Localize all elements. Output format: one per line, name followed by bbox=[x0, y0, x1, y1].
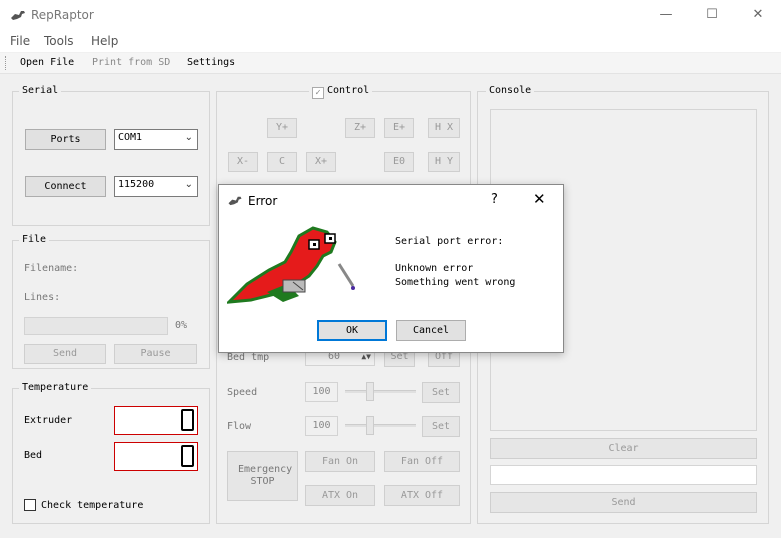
speed-value-field[interactable]: 100 bbox=[305, 382, 338, 402]
dialog-cancel-button[interactable]: Cancel bbox=[396, 320, 466, 341]
check-temperature-checkbox[interactable] bbox=[24, 499, 36, 511]
raptor-mascot-icon bbox=[227, 226, 355, 304]
menu-help[interactable]: Help bbox=[91, 34, 118, 48]
baud-select[interactable]: 115200 ⌄ bbox=[114, 176, 198, 197]
bed-label: Bed bbox=[24, 450, 43, 461]
chevron-down-icon: ⌄ bbox=[184, 179, 193, 190]
dialog-help-button[interactable]: ? bbox=[491, 192, 498, 207]
emergency-stop-button[interactable]: Emergency STOP bbox=[227, 451, 298, 501]
window-title: RepRaptor bbox=[31, 8, 94, 22]
check-temperature-label: Check temperature bbox=[41, 500, 144, 511]
control-checkbox[interactable]: ✓ bbox=[312, 87, 324, 99]
minimize-button[interactable]: — bbox=[643, 0, 689, 30]
y-plus-button[interactable]: Y+ bbox=[267, 118, 297, 138]
maximize-button[interactable]: ☐ bbox=[689, 0, 735, 30]
lines-label: Lines: bbox=[24, 292, 61, 303]
title-bar: RepRaptor — ☐ ✕ bbox=[0, 0, 781, 30]
print-from-sd-button[interactable]: Print from SD bbox=[92, 57, 170, 68]
temp-digit bbox=[181, 445, 194, 467]
atx-on-button[interactable]: ATX On bbox=[305, 485, 375, 506]
filename-label: Filename: bbox=[24, 263, 79, 274]
flow-slider-handle[interactable] bbox=[366, 416, 374, 435]
speed-slider-handle[interactable] bbox=[366, 382, 374, 401]
toolbar-grip bbox=[5, 56, 7, 70]
connect-button[interactable]: Connect bbox=[25, 176, 106, 197]
fan-on-button[interactable]: Fan On bbox=[305, 451, 375, 472]
bed-temp-display bbox=[114, 442, 198, 471]
temperature-title: Temperature bbox=[19, 382, 92, 393]
extruder-label: Extruder bbox=[24, 415, 73, 426]
ports-button[interactable]: Ports bbox=[25, 129, 106, 150]
atx-off-button[interactable]: ATX Off bbox=[384, 485, 460, 506]
toolbar: Open File Print from SD Settings bbox=[0, 53, 781, 74]
dialog-ok-button[interactable]: OK bbox=[317, 320, 387, 341]
e-plus-button[interactable]: E+ bbox=[384, 118, 414, 138]
bed-tmp-label: Bed tmp bbox=[227, 352, 270, 363]
menu-file[interactable]: File bbox=[10, 34, 30, 48]
flow-value-field[interactable]: 100 bbox=[305, 416, 338, 436]
file-pause-button[interactable]: Pause bbox=[114, 344, 197, 364]
dialog-body: Serial port error: Unknown error Somethi… bbox=[219, 216, 563, 352]
control-title: ✓ Control bbox=[309, 85, 373, 99]
file-send-button[interactable]: Send bbox=[24, 344, 106, 364]
raptor-logo-icon bbox=[228, 196, 242, 206]
x-plus-button[interactable]: X+ bbox=[306, 152, 336, 172]
temp-digit bbox=[181, 409, 194, 431]
port-select-value: COM1 bbox=[118, 132, 143, 143]
dialog-close-button[interactable]: ✕ bbox=[533, 190, 546, 208]
error-message-line2: Something went wrong bbox=[395, 277, 516, 288]
x-minus-button[interactable]: X- bbox=[228, 152, 258, 172]
extruder-temp-display bbox=[114, 406, 198, 435]
error-message-title: Serial port error: bbox=[395, 236, 504, 247]
console-send-button[interactable]: Send bbox=[490, 492, 757, 513]
console-command-input[interactable] bbox=[490, 465, 757, 485]
file-title: File bbox=[19, 234, 50, 245]
settings-button[interactable]: Settings bbox=[187, 57, 235, 68]
z-plus-button[interactable]: Z+ bbox=[345, 118, 375, 138]
home-y-button[interactable]: H Y bbox=[428, 152, 460, 172]
e-zero-button[interactable]: E0 bbox=[384, 152, 414, 172]
close-button[interactable]: ✕ bbox=[735, 0, 781, 30]
open-file-button[interactable]: Open File bbox=[20, 57, 74, 68]
dialog-title-bar: Error ? ✕ bbox=[219, 185, 563, 216]
error-dialog: Error ? ✕ Serial port error: Unknown err… bbox=[218, 184, 564, 353]
flow-label: Flow bbox=[227, 421, 252, 432]
speed-set-button[interactable]: Set bbox=[422, 382, 460, 403]
console-title: Console bbox=[486, 85, 535, 96]
port-select[interactable]: COM1 ⌄ bbox=[114, 129, 198, 150]
control-label: Control bbox=[327, 85, 370, 96]
raptor-logo-icon bbox=[11, 11, 25, 20]
error-message-line1: Unknown error bbox=[395, 263, 474, 274]
baud-select-value: 115200 bbox=[118, 179, 155, 190]
menu-tools[interactable]: Tools bbox=[44, 34, 74, 48]
dialog-title: Error bbox=[248, 194, 278, 208]
serial-title: Serial bbox=[19, 85, 62, 96]
center-button[interactable]: C bbox=[267, 152, 297, 172]
speed-label: Speed bbox=[227, 387, 258, 398]
home-x-button[interactable]: H X bbox=[428, 118, 460, 138]
flow-set-button[interactable]: Set bbox=[422, 416, 460, 437]
flow-slider-track[interactable] bbox=[345, 424, 416, 427]
file-progress-bar bbox=[24, 317, 168, 335]
file-progress-percent: 0% bbox=[175, 320, 188, 331]
console-clear-button[interactable]: Clear bbox=[490, 438, 757, 459]
speed-slider-track[interactable] bbox=[345, 390, 416, 393]
chevron-down-icon: ⌄ bbox=[184, 132, 193, 143]
serial-group: Serial bbox=[12, 85, 210, 226]
fan-off-button[interactable]: Fan Off bbox=[384, 451, 460, 472]
menu-bar: File Tools Help bbox=[0, 30, 781, 52]
